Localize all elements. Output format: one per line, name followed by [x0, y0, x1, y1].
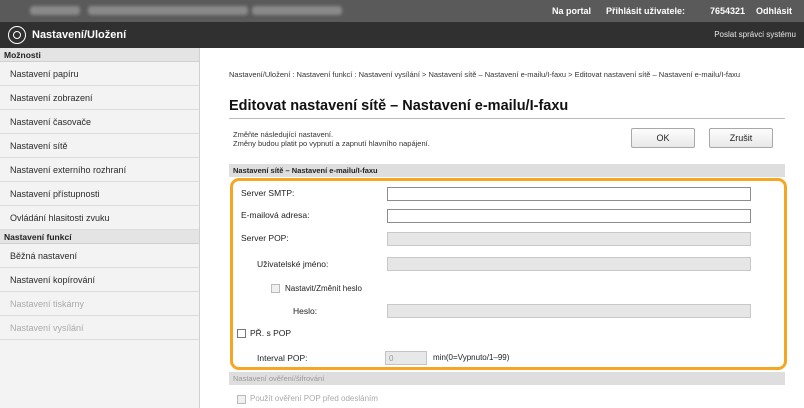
sidebar-heading-functions: Nastavení funkcí: [0, 230, 199, 244]
sidebar: Možnosti Nastavení papíru Nastavení zobr…: [0, 48, 200, 408]
set-password-checkbox[interactable]: [271, 284, 280, 293]
sidebar-item-timer[interactable]: Nastavení časovače: [0, 110, 199, 134]
logout-link[interactable]: Odhlásit: [756, 6, 792, 16]
blurred-address-segment: [30, 6, 80, 15]
ok-button[interactable]: OK: [631, 128, 695, 148]
page-header-title: Nastavení/Uložení: [32, 29, 127, 41]
email-address-input[interactable]: [387, 209, 751, 223]
pop-interval-label: Interval POP:: [257, 353, 308, 363]
sidebar-item-paper[interactable]: Nastavení papíru: [0, 62, 199, 86]
pop-server-input[interactable]: [387, 232, 751, 246]
blurred-address-segment: [252, 6, 342, 15]
user-id: 7654321: [710, 6, 746, 16]
sidebar-item-external-interface[interactable]: Nastavení externího rozhraní: [0, 158, 199, 182]
settings-logo-icon: [8, 26, 26, 44]
page-title: Editovat nastavení sítě – Nastavení e-ma…: [229, 98, 569, 114]
password-label: Heslo:: [293, 306, 318, 316]
sidebar-item-volume[interactable]: Ovládání hlasitosti zvuku: [0, 206, 199, 230]
sidebar-item-display[interactable]: Nastavení zobrazení: [0, 86, 199, 110]
section-header-auth: Nastavení ověření/šifrování: [229, 372, 785, 385]
portal-link[interactable]: Na portal: [552, 6, 591, 16]
set-password-label: Nastavit/Změnit heslo: [285, 284, 362, 293]
pop-interval-unit: min(0=Vypnuto/1–99): [433, 353, 510, 362]
cancel-button[interactable]: Zrušit: [709, 128, 773, 148]
instructions: Změňte následující nastavení. Změny budo…: [233, 130, 430, 148]
username-label: Uživatelské jméno:: [257, 259, 329, 269]
pop-interval-input[interactable]: [385, 351, 427, 365]
email-address-label: E-mailová adresa:: [241, 210, 310, 220]
smtp-server-label: Server SMTP:: [241, 188, 295, 198]
password-input[interactable]: [387, 304, 751, 318]
main-content: Nastavení/Uložení : Nastavení funkcí : N…: [201, 48, 804, 408]
pop-server-label: Server POP:: [241, 233, 289, 243]
sidebar-item-printer[interactable]: Nastavení tiskárny: [0, 292, 199, 316]
username-input[interactable]: [387, 257, 751, 271]
highlight-frame: [230, 178, 787, 370]
sidebar-item-copy[interactable]: Nastavení kopírování: [0, 268, 199, 292]
title-divider: [229, 118, 785, 119]
blurred-address-segment: [88, 6, 248, 15]
rx-pop-checkbox[interactable]: [237, 329, 246, 338]
pop-auth-label: Použít ověření POP před odesláním: [250, 394, 378, 403]
top-bar: Na portal Přihlásit uživatele: 7654321 O…: [0, 0, 804, 22]
sidebar-item-accessibility[interactable]: Nastavení přístupnosti: [0, 182, 199, 206]
title-bar: Nastavení/Uložení Poslat správci systému: [0, 22, 804, 48]
sidebar-heading-options: Možnosti: [0, 48, 199, 62]
pop-auth-checkbox[interactable]: [237, 395, 246, 404]
breadcrumb: Nastavení/Uložení : Nastavení funkcí : N…: [229, 70, 741, 79]
section-header-email-ifax: Nastavení sítě – Nastavení e-mailu/I-fax…: [229, 164, 785, 177]
instruction-line-1: Změňte následující nastavení.: [233, 130, 334, 139]
instruction-line-2: Změny budou platit po vypnutí a zapnutí …: [233, 139, 430, 148]
smtp-server-input[interactable]: [387, 187, 751, 201]
login-user-label: Přihlásit uživatele:: [606, 6, 686, 16]
sidebar-item-send[interactable]: Nastavení vysílání: [0, 316, 199, 340]
sidebar-item-network[interactable]: Nastavení sítě: [0, 134, 199, 158]
sidebar-item-common[interactable]: Běžná nastavení: [0, 244, 199, 268]
rx-pop-label: PŘ. s POP: [250, 328, 292, 338]
system-manager-link[interactable]: Poslat správci systému: [714, 30, 796, 39]
